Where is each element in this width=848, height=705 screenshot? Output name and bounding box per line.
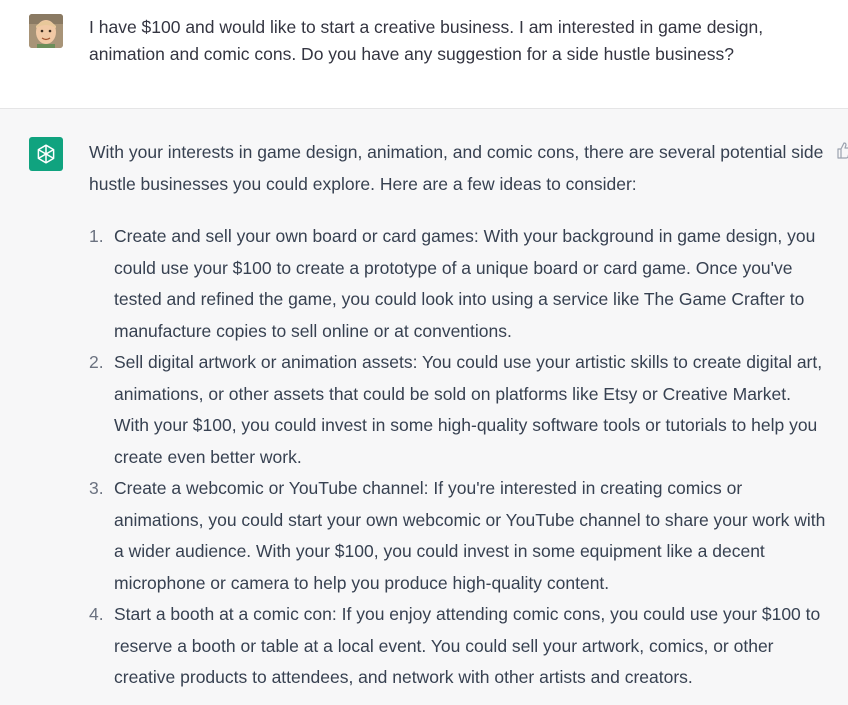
user-avatar	[29, 14, 63, 48]
list-item-text: Create a webcomic or YouTube channel: If…	[114, 478, 826, 593]
assistant-message-row: With your interests in game design, anim…	[0, 109, 848, 705]
list-item-number: 1.	[89, 226, 104, 246]
assistant-intro-text: With your interests in game design, anim…	[89, 142, 824, 194]
user-message-row: I have $100 and would like to start a cr…	[0, 0, 848, 109]
list-item: 1. Create and sell your own board or car…	[89, 221, 829, 347]
assistant-message-content: With your interests in game design, anim…	[89, 137, 829, 694]
list-item: 4. Start a booth at a comic con: If you …	[89, 599, 829, 694]
list-item: 2. Sell digital artwork or animation ass…	[89, 347, 829, 473]
user-message-text: I have $100 and would like to start a cr…	[89, 17, 764, 64]
list-item-text: Sell digital artwork or animation assets…	[114, 352, 823, 467]
list-item-text: Create and sell your own board or card g…	[114, 226, 816, 341]
suggestion-list: 1. Create and sell your own board or car…	[89, 221, 829, 694]
list-item-text: Start a booth at a comic con: If you enj…	[114, 604, 821, 687]
list-item-number: 3.	[89, 478, 104, 498]
list-item-number: 2.	[89, 352, 104, 372]
user-avatar-illustration-icon	[29, 14, 63, 48]
list-item-number: 4.	[89, 604, 104, 624]
list-item: 3. Create a webcomic or YouTube channel:…	[89, 473, 829, 599]
thumbs-up-icon[interactable]	[836, 141, 848, 159]
openai-logo-icon	[37, 144, 55, 164]
assistant-avatar	[29, 137, 63, 171]
